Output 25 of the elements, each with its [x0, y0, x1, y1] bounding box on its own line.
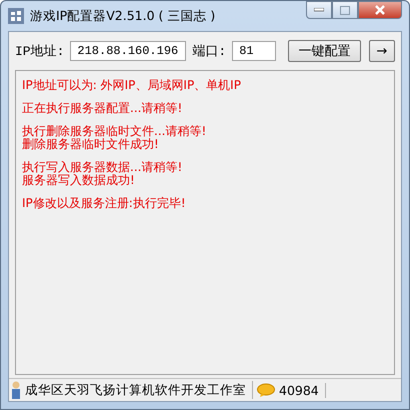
window-title: 游戏IP配置器V2.51.0 ( 三国志 ): [30, 8, 216, 24]
close-button[interactable]: [358, 1, 402, 19]
close-icon: [374, 5, 386, 15]
minimize-icon: [314, 8, 324, 12]
minimize-button[interactable]: [306, 1, 332, 19]
log-line: 删除服务器临时文件成功!: [22, 138, 160, 151]
person-icon: [11, 381, 21, 399]
arrow-button[interactable]: →: [368, 40, 395, 62]
log-line: IP修改以及服务注册:执行完毕!: [22, 197, 187, 210]
chat-bubble-icon: [257, 383, 275, 397]
log-line: 执行写入服务器数据...请稍等!: [22, 161, 184, 174]
port-field[interactable]: 81: [232, 41, 276, 61]
port-label: 端口:: [192, 43, 226, 60]
log-line: IP地址可以为: 外网IP、局域网IP、单机IP: [22, 79, 242, 92]
maximize-button[interactable]: [332, 1, 358, 19]
ip-label: IP地址:: [15, 43, 64, 60]
status-text: 成华区天羽飞扬计算机软件开发工作室: [25, 382, 246, 398]
maximize-icon: [340, 6, 350, 14]
log-line: 服务器写入数据成功!: [22, 174, 136, 187]
config-button[interactable]: 一键配置: [288, 40, 361, 62]
ip-field[interactable]: 218.88.160.196: [70, 41, 186, 61]
log-line: 正在执行服务器配置...请稍等!: [22, 102, 184, 115]
status-text: 40984: [279, 382, 319, 398]
app-icon: [8, 8, 24, 24]
log-line: 执行删除服务器临时文件...请稍等!: [22, 125, 208, 138]
